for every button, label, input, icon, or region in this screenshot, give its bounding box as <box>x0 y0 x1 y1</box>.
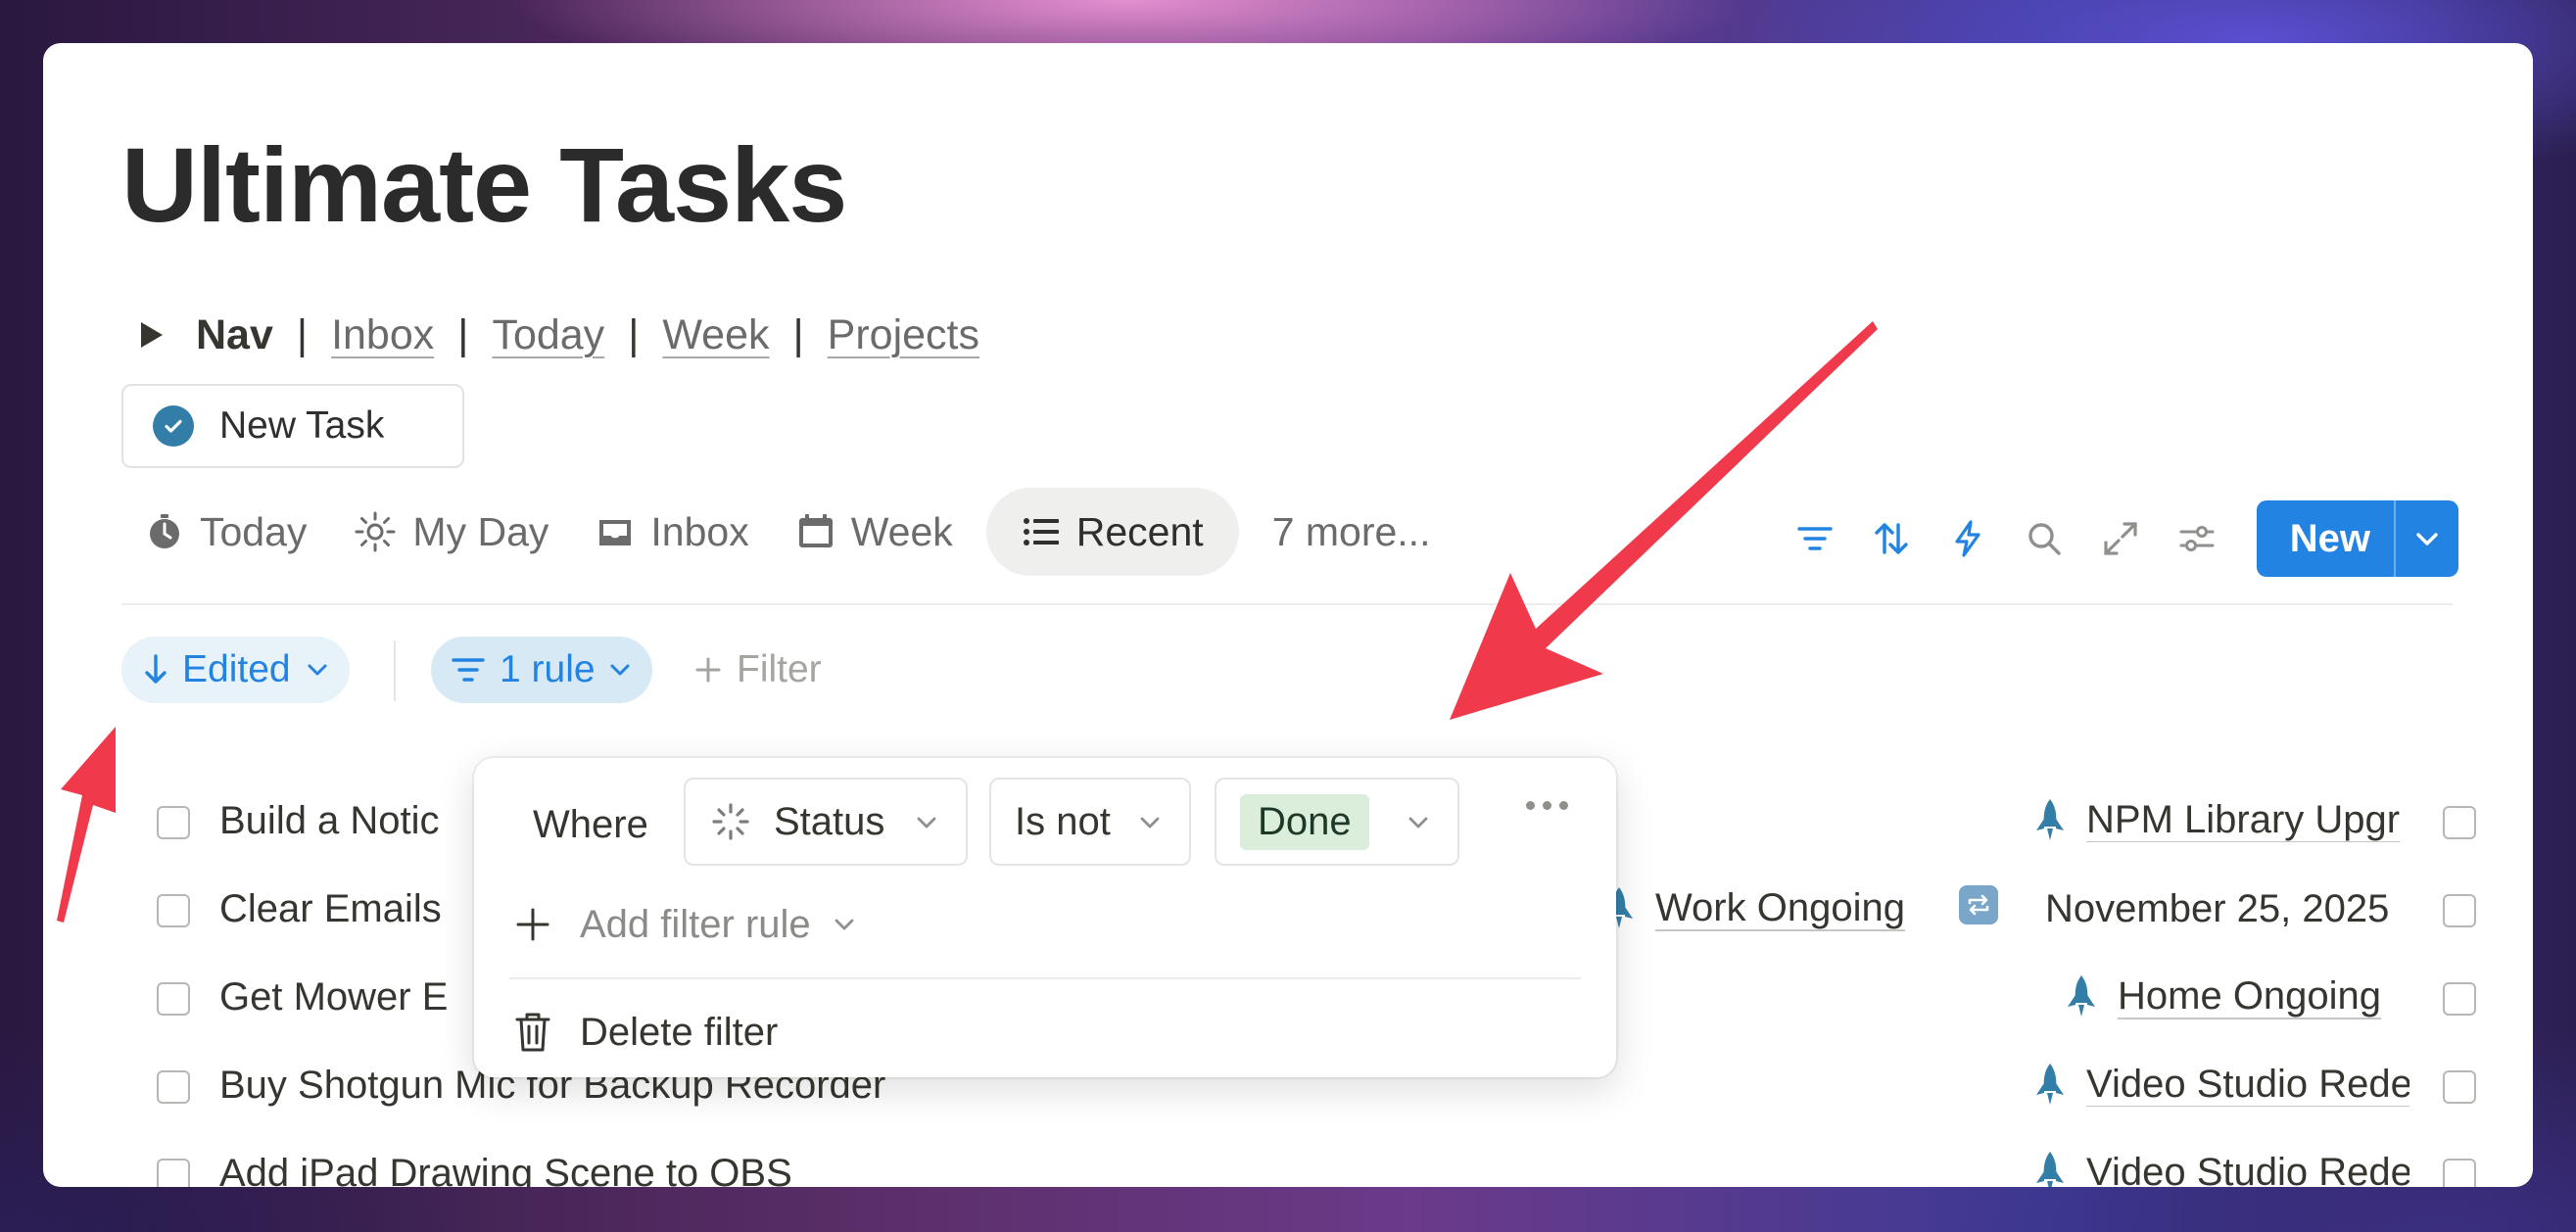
annotation-arrows <box>57 321 1878 923</box>
annotation-arrow-small <box>57 727 116 923</box>
annotation-arrow-large <box>1450 321 1878 720</box>
